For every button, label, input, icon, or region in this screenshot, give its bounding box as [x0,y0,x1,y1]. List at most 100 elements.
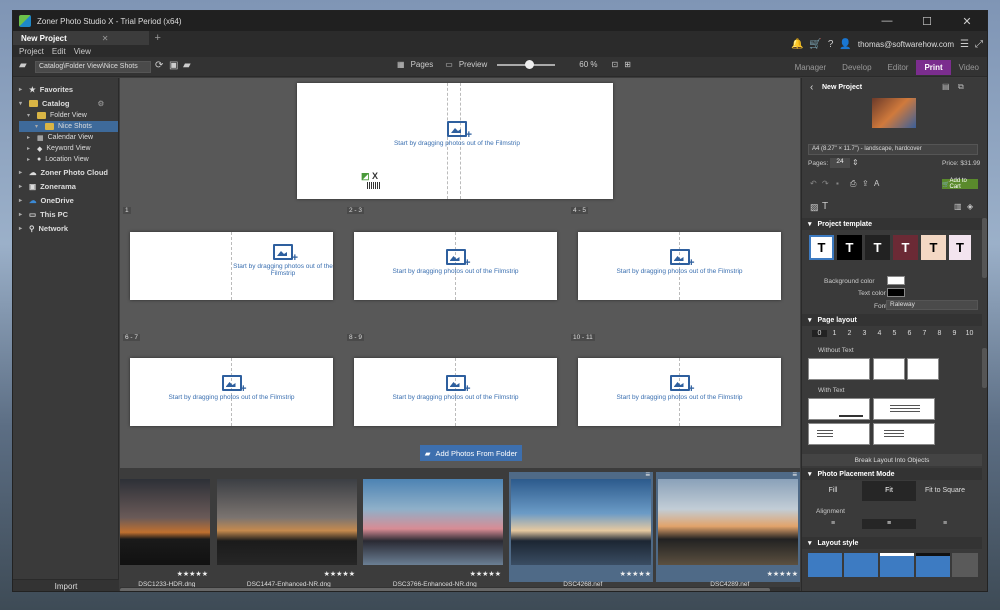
pages-icon[interactable]: ▦ [397,60,405,69]
path-field[interactable]: Catalog\Folder View\Nice Shots [35,61,151,73]
share-icon[interactable]: ⇪ [862,179,869,188]
layers-icon[interactable]: ▥ [954,202,962,211]
break-layout-button[interactable]: Break Layout Into Objects [802,454,982,466]
layout-option[interactable] [873,423,935,445]
font-select[interactable]: Raleway [886,300,978,310]
template-black[interactable]: T [837,235,862,260]
preview-button[interactable]: Preview [459,60,487,69]
fit-icon[interactable]: ⊡ [612,60,619,69]
refresh-icon[interactable]: ⟳ [155,60,163,71]
thumb-menu-icon[interactable]: ≡ [645,470,650,479]
notification-bell-icon[interactable]: 🔔 [791,39,803,50]
add-to-cart-button[interactable]: 🛒 Add to Cart [942,178,978,190]
template-white[interactable]: T [809,235,834,260]
placement-fill-button[interactable]: Fill [806,481,860,501]
close-button[interactable]: ✕ [947,11,987,31]
fullscreen-view-icon[interactable]: ⊞ [624,60,631,69]
spread-page-8-9[interactable]: + Start by dragging photos out of the Fil… [354,358,557,426]
close-tab-icon[interactable]: ✕ [102,34,109,43]
nav-favorites[interactable]: ▸ ★ Favorites [19,82,118,96]
layout-count-9[interactable]: 9 [947,330,962,337]
layout-count-8[interactable]: 8 [932,330,947,337]
layout-style-header[interactable]: ▾ Layout style [802,537,982,549]
minimize-button[interactable]: — [867,11,907,31]
spread-page-4-5[interactable]: + Start by dragging photos out of the Fil… [578,232,781,300]
mode-manager[interactable]: Manager [787,60,835,75]
nav-this-pc[interactable]: ▸ ▭ This PC [19,207,118,221]
duplicate-icon[interactable]: ⧉ [958,82,964,92]
thumb-menu-icon[interactable]: ≡ [792,470,797,479]
template-dark[interactable]: T [865,235,890,260]
zoom-slider[interactable] [497,59,556,69]
filmstrip-scroll-thumb[interactable] [120,588,770,591]
filmstrip-scrollbar[interactable] [120,587,800,591]
folder-icon[interactable]: ▰ [19,60,27,71]
rating-stars[interactable]: ★★★★★ [470,570,501,578]
nav-zoner-cloud[interactable]: ▸ ☁ Zoner Photo Cloud [19,165,118,179]
image-tool-icon[interactable]: ▨ [810,202,819,213]
layout-style-option[interactable] [808,553,842,577]
filmstrip-thumb-selected[interactable]: ≡ ★★★★★ _DSC4268.nef [509,470,653,588]
align-right-button[interactable]: ≡ [918,519,972,529]
layout-count-3[interactable]: 3 [857,330,872,337]
spread-page-10-11[interactable]: + Start by dragging photos out of the Fil… [578,358,781,426]
photo-placeholder[interactable]: + Start by dragging photos out of the Fil… [384,249,527,275]
photo-placeholder[interactable]: + Start by dragging photos out of the Fil… [230,244,336,277]
layout-option[interactable] [808,423,870,445]
pages-input[interactable]: 24 [830,158,850,168]
cover-page[interactable]: + Start by dragging photos out of the Fi… [297,83,613,199]
layout-count-2[interactable]: 2 [842,330,857,337]
align-left-button[interactable]: ≡ [806,519,860,529]
template-burgundy[interactable]: T [893,235,918,260]
nav-nice-shots[interactable]: ▾ Nice Shots [19,121,118,132]
nav-location-view[interactable]: ▸ ● Location View [19,154,118,165]
preview-icon[interactable]: ▭ [445,60,453,69]
help-icon[interactable]: ? [828,39,834,50]
menu-view[interactable]: View [74,47,91,56]
photo-placeholder[interactable]: + Start by dragging photos out of the Fil… [608,249,751,275]
back-arrow-icon[interactable]: ‹ [810,82,813,93]
zoom-slider-knob[interactable] [525,59,535,69]
add-photos-from-folder-button[interactable]: ▰ Add Photos From Folder [420,445,522,461]
layout-option[interactable] [873,358,905,380]
cart-icon[interactable]: 🛒 [809,39,821,50]
layout-style-option[interactable] [844,553,878,577]
spread-page-1[interactable]: + Start by dragging photos out of the Fil… [130,232,333,300]
save-icon[interactable]: ▪ [836,179,839,188]
nav-folder-view[interactable]: ▾ Folder View [19,110,118,121]
photo-placeholder[interactable]: + Start by dragging photos out of the Fil… [608,375,751,401]
filmstrip-thumb[interactable]: ★★★★★ _DSC3766-Enhanced-NR.dng [363,472,503,588]
layout-style-option[interactable] [916,553,950,577]
photo-placeholder[interactable]: + Start by dragging photos out of the Fi… [357,121,557,147]
undo-icon[interactable]: ↶ [810,179,817,188]
text-tool-icon[interactable]: T [822,201,828,212]
eraser-icon[interactable]: ◈ [967,202,973,211]
nav-network[interactable]: ▸ ⚲ Network [19,221,118,235]
menu-project[interactable]: Project [19,47,44,56]
nav-catalog[interactable]: ▾ Catalog ⚙ [19,96,118,110]
rating-stars[interactable]: ★★★★★ [324,570,355,578]
mode-print[interactable]: Print [916,59,951,75]
redo-icon[interactable]: ↷ [822,179,829,188]
template-pink[interactable]: T [949,235,971,260]
account-email[interactable]: thomas@softwarehow.com [858,40,954,49]
new-folder-icon[interactable]: ▰ [183,60,191,71]
menu-icon[interactable]: ☰ [960,39,969,50]
user-icon[interactable]: 👤 [839,39,851,50]
filmstrip-thumb[interactable]: ★★★★★ _DSC1447-Enhanced-NR.dng [217,472,357,588]
catalog-settings-icon[interactable]: ⚙ [98,99,105,108]
browse-icon[interactable]: ▣ [169,60,178,71]
layout-count-1[interactable]: 1 [827,330,842,337]
layout-count-6[interactable]: 6 [902,330,917,337]
layout-count-0[interactable]: 0 [812,330,827,337]
new-tab-icon[interactable]: + [155,32,161,44]
print-icon[interactable]: ⎙ [850,179,856,189]
import-button[interactable]: Import [13,579,119,591]
nav-keyword-view[interactable]: ▸ ◆ Keyword View [19,143,118,154]
maximize-button[interactable]: ☐ [907,11,947,31]
rating-stars[interactable]: ★★★★★ [620,570,651,578]
layout-scrollbar[interactable] [982,348,987,388]
panel-scrollbar[interactable] [982,218,987,278]
spread-page-2-3[interactable]: + Start by dragging photos out of the Fil… [354,232,557,300]
pages-button[interactable]: Pages [411,60,434,69]
